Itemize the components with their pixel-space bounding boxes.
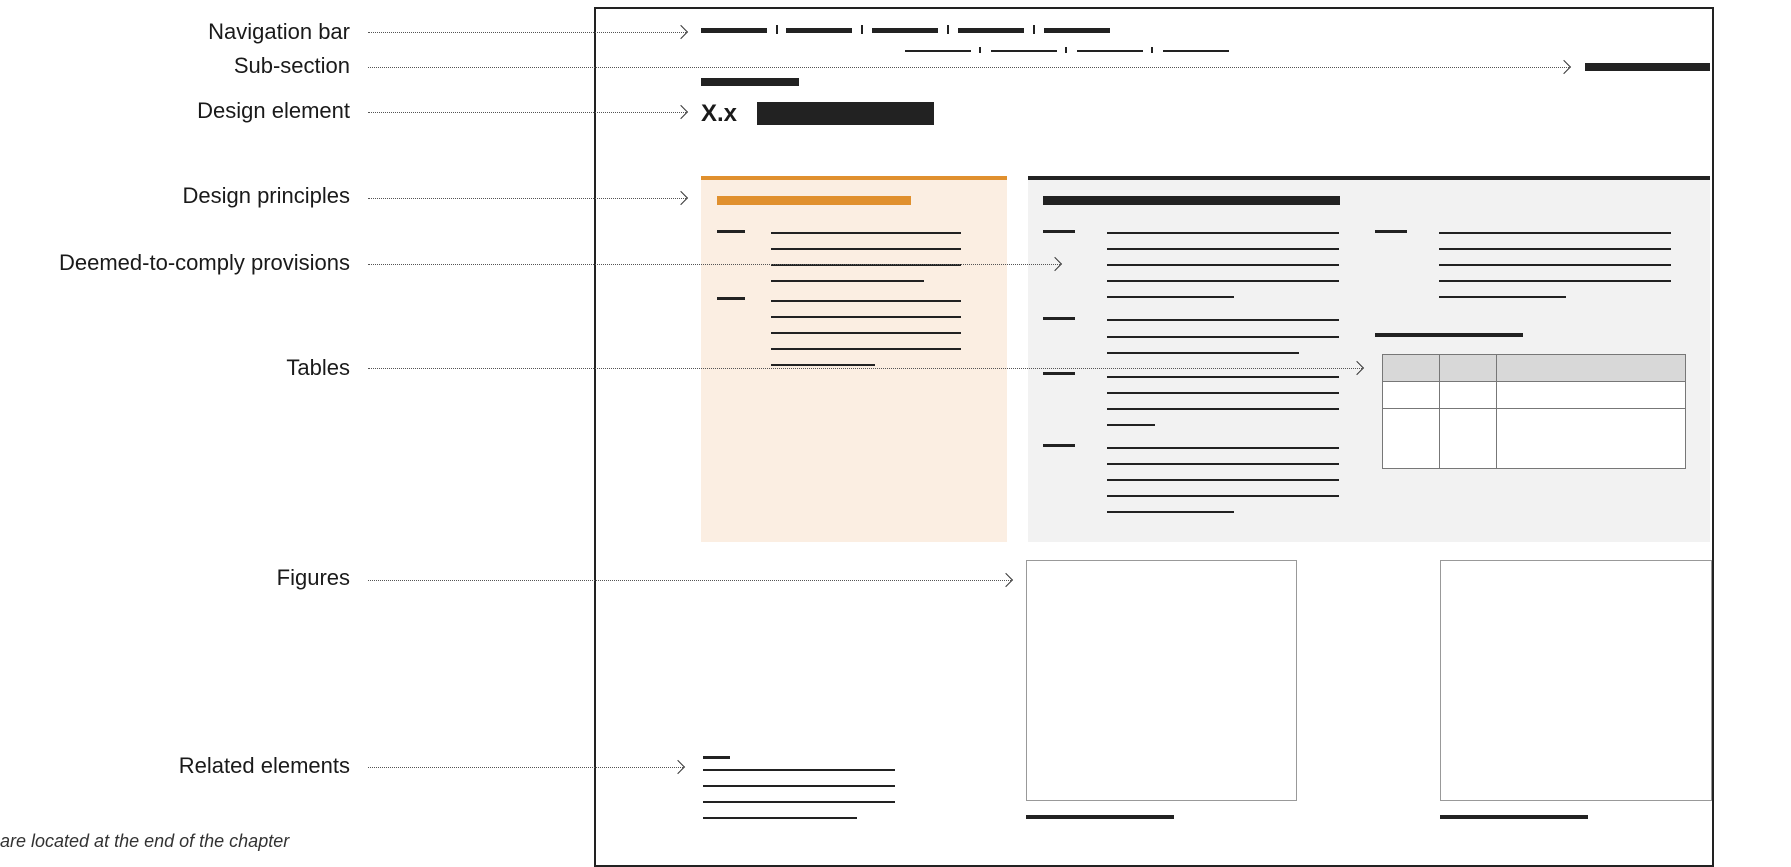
figure-1 [1026, 560, 1297, 801]
sub-section-label: Sub-section [233, 53, 350, 78]
figure-2 [1440, 560, 1712, 801]
sub-section-title-bar [701, 78, 799, 86]
table [1382, 354, 1686, 469]
figure-1-caption [1026, 815, 1174, 819]
tables-label: Tables [286, 355, 350, 380]
footnote: are located at the end of the chapter [0, 831, 290, 851]
design-principles-label: Design principles [182, 183, 350, 208]
related-elements-label: Related elements [178, 753, 350, 778]
figures-label: Figures [276, 565, 350, 590]
element-title-bar [757, 102, 934, 125]
figure-2-caption [1440, 815, 1588, 819]
deemed-to-comply-label: Deemed-to-comply provisions [59, 250, 350, 275]
design-principles-box [701, 176, 1007, 542]
sub-section-marker [1585, 63, 1710, 71]
navigation-bar-label: Navigation bar [208, 19, 350, 44]
element-number: X.x [701, 100, 738, 127]
design-element-label: Design element [197, 98, 350, 123]
